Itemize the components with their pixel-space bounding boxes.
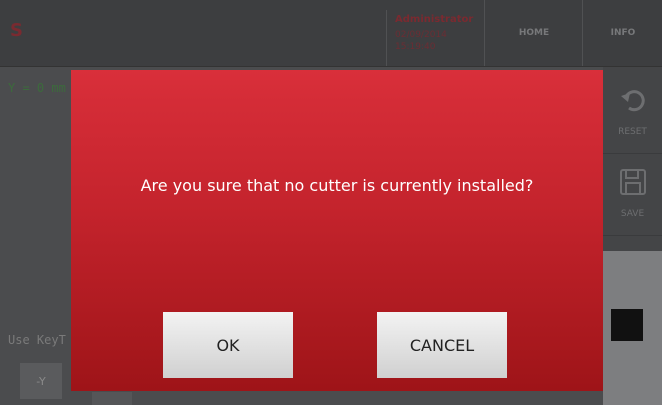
ok-button[interactable]: OK — [163, 312, 293, 378]
cancel-button[interactable]: CANCEL — [377, 312, 507, 378]
confirmation-dialog: Are you sure that no cutter is currently… — [71, 70, 603, 391]
modal-overlay: Are you sure that no cutter is currently… — [0, 0, 662, 405]
dialog-message: Are you sure that no cutter is currently… — [140, 176, 534, 195]
